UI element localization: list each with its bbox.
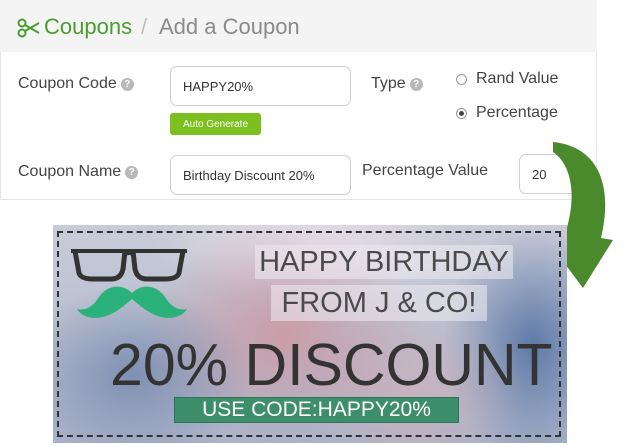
page-title: Add a Coupon xyxy=(159,14,300,39)
question-circle-icon[interactable]: ? xyxy=(125,166,139,179)
radio-rand-value[interactable]: Rand Value xyxy=(456,70,558,88)
banner-code: USE CODE:HAPPY20% xyxy=(174,397,459,423)
auto-generate-button[interactable]: Auto Generate xyxy=(170,113,261,135)
type-label: Type? xyxy=(371,75,423,93)
coupon-banner: HAPPY BIRTHDAY FROM J & CO! 20% DISCOUNT… xyxy=(53,225,567,443)
coupon-code-input[interactable] xyxy=(170,66,351,106)
mustache-icon xyxy=(77,286,187,318)
banner-line-1: HAPPY BIRTHDAY xyxy=(255,245,513,279)
question-circle-icon[interactable]: ? xyxy=(120,78,134,91)
breadcrumb-separator: / xyxy=(141,14,148,39)
coupon-form: Coupon Code? Auto Generate Type? Rand Va… xyxy=(0,52,597,200)
banner-line-2: FROM J & CO! xyxy=(271,285,487,321)
question-circle-icon[interactable]: ? xyxy=(409,78,423,91)
percentage-value-label: Percentage Value xyxy=(362,162,489,179)
breadcrumb-coupons-link[interactable]: Coupons xyxy=(44,14,132,40)
coupon-name-label: Coupon Name? xyxy=(18,163,139,181)
scissors-icon xyxy=(17,18,40,38)
glasses-icon xyxy=(71,249,187,282)
radio-percentage-label: Percentage xyxy=(476,104,558,121)
breadcrumb: Coupons / Add a Coupon xyxy=(0,0,597,52)
banner-headline: 20% DISCOUNT xyxy=(110,332,553,398)
coupon-name-input[interactable] xyxy=(170,155,351,195)
coupon-code-label: Coupon Code? xyxy=(18,75,134,93)
radio-button[interactable] xyxy=(456,107,467,119)
radio-percentage[interactable]: Percentage xyxy=(456,104,558,122)
radio-rand-value-label: Rand Value xyxy=(476,70,559,87)
radio-button[interactable] xyxy=(456,73,467,85)
